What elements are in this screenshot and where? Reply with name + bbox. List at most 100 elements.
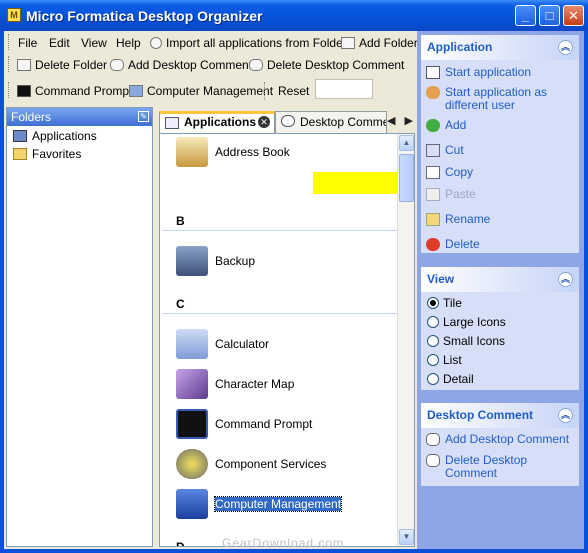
copy-icon (426, 166, 440, 179)
menu-file[interactable]: File (18, 34, 37, 52)
command-prompt-icon (176, 409, 208, 439)
paste-link[interactable]: Paste (421, 188, 579, 213)
desktop-comment-panel: Desktop Comment ︽ Add Desktop Comment De… (421, 403, 579, 486)
minimize-button[interactable]: _ (515, 5, 536, 26)
radio[interactable] (427, 373, 439, 385)
app-label: Calculator (215, 337, 270, 351)
toolbar-grip[interactable] (8, 56, 11, 72)
panel-title: View (427, 272, 455, 286)
view-panel-header[interactable]: View ︽ (421, 267, 579, 292)
delete-link[interactable]: Delete (421, 238, 579, 258)
task-label: Copy (445, 165, 474, 179)
app-label: Character Map (215, 377, 295, 391)
task-label: Add (445, 118, 467, 132)
add-icon (426, 119, 440, 132)
view-option-list[interactable]: List (421, 351, 579, 370)
close-button[interactable]: ✕ (563, 5, 584, 26)
add-link[interactable]: Add (421, 119, 579, 144)
comment-delete-icon (249, 59, 263, 71)
application-panel-header[interactable]: Application ︽ (421, 35, 579, 60)
delete-folder-button[interactable]: Delete Folder (17, 56, 107, 74)
title-bar[interactable]: M Micro Formatica Desktop Organizer _ □ … (0, 0, 588, 31)
add-desktop-comment-link[interactable]: Add Desktop Comment (421, 433, 579, 454)
collapse-icon[interactable]: ︽ (558, 408, 573, 423)
maximize-button[interactable]: □ (539, 5, 560, 26)
vertical-scrollbar[interactable]: ▲ ▼ (397, 134, 414, 546)
start-application-link[interactable]: Start application (421, 66, 579, 86)
view-option-detail[interactable]: Detail (421, 370, 579, 389)
folders-header: Folders ✎ (7, 108, 152, 126)
command-prompt-shortcut[interactable]: Command Prompt (17, 82, 132, 100)
radio[interactable] (427, 354, 439, 366)
collapse-icon[interactable]: ︽ (558, 40, 573, 55)
group-divider (162, 230, 398, 231)
user-icon (426, 86, 440, 99)
menu-bar: File Edit View Help Import all applicati… (4, 31, 418, 53)
delete-comment-button[interactable]: Delete Desktop Comment (249, 56, 404, 74)
list-item[interactable]: Backup (176, 246, 396, 278)
panel-title: Desktop Comment (427, 408, 534, 422)
list-item[interactable]: Address Book (176, 137, 396, 169)
application-list[interactable]: Address Book B Backup C Calculator Chara… (159, 133, 415, 547)
radio[interactable] (427, 335, 439, 347)
list-item[interactable]: Component Services (176, 449, 396, 481)
command-prompt-label: Command Prompt (35, 84, 133, 98)
task-label: Delete Desktop Comment (445, 453, 528, 480)
reset-button[interactable]: Reset (264, 82, 309, 100)
toolbar-area: File Edit View Help Import all applicati… (4, 31, 418, 105)
scroll-thumb[interactable] (399, 154, 414, 202)
delete-desktop-comment-link[interactable]: Delete Desktop Comment (421, 454, 579, 484)
collapse-icon[interactable]: ︽ (558, 272, 573, 287)
cut-link[interactable]: Cut (421, 144, 579, 166)
task-label: Add Desktop Comment (445, 432, 570, 446)
tab-scroll-right-icon[interactable]: ▶ (405, 115, 413, 127)
list-item[interactable]: Computer Management (176, 489, 396, 521)
start-as-user-link[interactable]: Start application as different user (421, 86, 579, 119)
radio[interactable] (427, 316, 439, 328)
list-item[interactable]: Calculator (176, 329, 396, 361)
folders-title: Folders (11, 110, 52, 124)
view-option-small-icons[interactable]: Small Icons (421, 332, 579, 351)
desktop-comment-panel-header[interactable]: Desktop Comment ︽ (421, 403, 579, 428)
scroll-down-icon[interactable]: ▼ (399, 529, 414, 545)
computer-management-icon (176, 489, 208, 519)
character-map-icon (176, 369, 208, 399)
menu-view[interactable]: View (81, 34, 107, 52)
panel-title: Application (427, 40, 493, 54)
copy-link[interactable]: Copy (421, 166, 579, 188)
toolbar-grip[interactable] (8, 34, 11, 50)
app-label: Command Prompt (215, 417, 313, 431)
comment-tab-icon (281, 115, 295, 127)
rename-link[interactable]: Rename (421, 213, 579, 238)
list-item[interactable]: Character Map (176, 369, 396, 401)
group-header: C (176, 297, 185, 311)
comment-add-icon (426, 433, 440, 446)
tab-label: Applications (184, 115, 257, 129)
delete-comment-label: Delete Desktop Comment (267, 58, 405, 72)
folder-applications[interactable]: Applications (7, 128, 152, 144)
tab-scroll-arrows: ◀ ▶ (387, 114, 413, 127)
view-option-large-icons[interactable]: Large Icons (421, 313, 579, 332)
toolbar-grip[interactable] (8, 82, 11, 98)
reset-input[interactable] (315, 79, 373, 99)
task-label: Start application as different user (445, 85, 548, 112)
list-item[interactable]: Command Prompt (176, 409, 396, 441)
import-folder-button[interactable]: Import all applications from Folder (150, 34, 347, 52)
add-folder-button[interactable]: Add Folder (341, 34, 418, 52)
computer-management-shortcut[interactable]: Computer Management (129, 82, 273, 100)
add-comment-button[interactable]: Add Desktop Comment (110, 56, 252, 74)
task-label: Rename (445, 212, 491, 226)
scroll-up-icon[interactable]: ▲ (399, 135, 414, 151)
tab-label: Desktop Comme (300, 115, 387, 129)
radio-selected[interactable] (427, 297, 439, 309)
menu-edit[interactable]: Edit (49, 34, 70, 52)
menu-help[interactable]: Help (116, 34, 141, 52)
task-label: Start application (445, 65, 532, 79)
pin-icon[interactable]: ✎ (138, 111, 149, 122)
tab-scroll-left-icon[interactable]: ◀ (387, 115, 395, 127)
delete-folder-label: Delete Folder (35, 58, 108, 72)
view-option-tile[interactable]: Tile (421, 294, 579, 313)
folder-favorites[interactable]: Favorites (7, 146, 152, 162)
close-tab-icon[interactable]: ✕ (258, 116, 270, 128)
tab-desktop-comments[interactable]: Desktop Comme (275, 111, 387, 133)
